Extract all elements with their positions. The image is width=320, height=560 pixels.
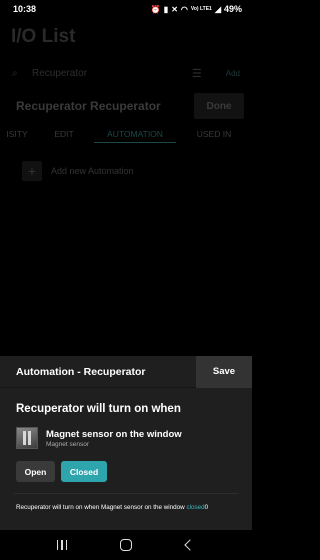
save-button[interactable]: Save <box>196 355 252 388</box>
search-icon: ⌕ <box>12 67 18 79</box>
divider <box>14 493 238 494</box>
plus-icon: + <box>22 161 42 181</box>
status-bar: 10:38 ⏰ ▮ ✕ ◠ Vo) LTE1 ◢ 49% <box>0 0 252 18</box>
page-title: I/O List <box>11 26 76 47</box>
closed-button[interactable]: Closed <box>61 461 107 482</box>
mute-icon: ✕ <box>171 4 178 14</box>
add-button[interactable]: Add <box>226 69 240 78</box>
sensor-name: Magnet sensor on the window <box>46 428 182 440</box>
sheet-title: Automation - Recuperator <box>16 365 146 378</box>
add-automation-label: Add new Automation <box>51 166 134 176</box>
sheet-header: Automation - Recuperator Save <box>0 355 252 388</box>
status-icons: ⏰ ▮ ✕ ◠ Vo) LTE1 ◢ 49% <box>151 4 242 14</box>
wifi-icon: ◠ <box>180 4 188 14</box>
signal-icon: ◢ <box>214 4 221 14</box>
navigation-bar <box>0 530 252 560</box>
clock: 10:38 <box>13 4 37 14</box>
open-button[interactable]: Open <box>16 461 55 482</box>
tab-used-in[interactable]: USED IN <box>176 125 252 143</box>
automation-summary: Recuperator will turn on when Magnet sen… <box>16 504 208 511</box>
detail-header: Recuperator Recuperator Done <box>0 92 252 120</box>
recent-apps-icon <box>56 540 68 550</box>
home-icon <box>120 539 132 551</box>
tab-automation[interactable]: AUTOMATION <box>94 125 176 143</box>
back-icon <box>184 539 196 551</box>
search-bar[interactable]: ⌕ Recuperator ☰ Add <box>0 60 252 86</box>
tab-edit[interactable]: EDIT <box>34 125 94 143</box>
tab-bar: ISITY EDIT AUTOMATION USED IN <box>0 125 252 145</box>
state-selector: Open Closed <box>16 461 107 482</box>
recent-apps-button[interactable] <box>47 533 77 557</box>
summary-state: closed <box>186 504 205 511</box>
search-input[interactable]: Recuperator <box>32 68 192 79</box>
add-automation-button[interactable]: + Add new Automation <box>22 161 134 181</box>
condition-heading: Recuperator will turn on when <box>16 403 181 415</box>
alarm-icon: ⏰ <box>150 4 161 14</box>
home-button[interactable] <box>111 533 141 557</box>
filter-icon[interactable]: ☰ <box>192 67 202 80</box>
device-name: Recuperator Recuperator <box>16 99 161 113</box>
done-button[interactable]: Done <box>194 93 244 119</box>
tab-intensity[interactable]: ISITY <box>0 125 34 143</box>
summary-suffix: 0 <box>204 504 209 511</box>
sensor-type: Magnet sensor <box>46 440 89 448</box>
back-button[interactable] <box>175 533 205 557</box>
summary-text: Recuperator will turn on when Magnet sen… <box>16 504 187 511</box>
sensor-thumbnail <box>16 427 38 449</box>
vibrate-icon: ▮ <box>163 4 169 14</box>
sensor-item[interactable]: Magnet sensor on the window Magnet senso… <box>16 427 182 449</box>
volte-label: Vo) LTE1 <box>190 6 212 12</box>
automation-sheet: Automation - Recuperator Save Recuperato… <box>0 355 252 530</box>
battery-level: 49% <box>223 4 242 14</box>
